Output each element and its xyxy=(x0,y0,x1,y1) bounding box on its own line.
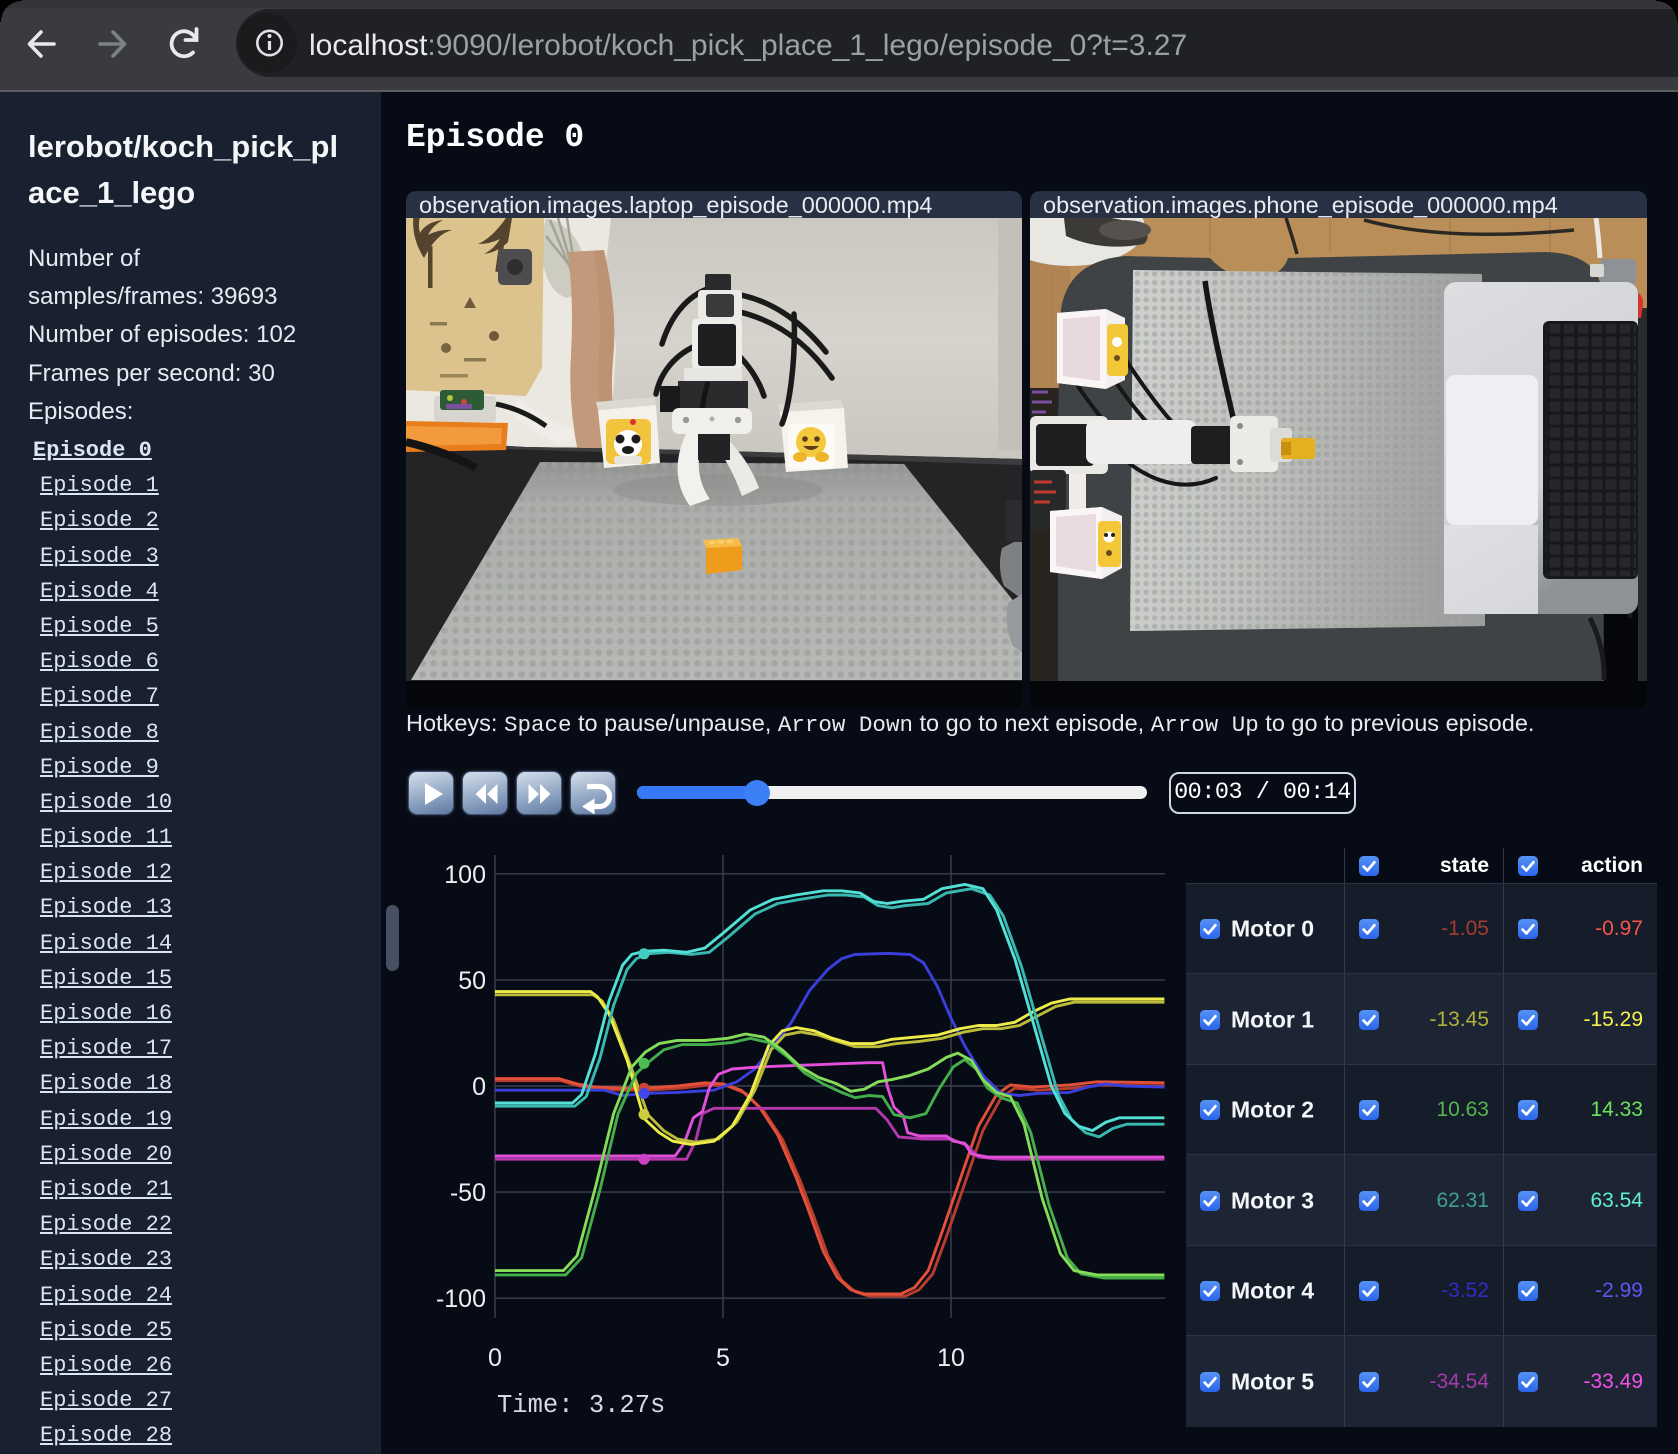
svg-text:-100: -100 xyxy=(436,1285,486,1313)
svg-text:100: 100 xyxy=(444,861,486,889)
svg-text:10: 10 xyxy=(937,1344,965,1372)
svg-text:0: 0 xyxy=(472,1073,486,1101)
svg-text:0: 0 xyxy=(488,1344,502,1372)
svg-text:5: 5 xyxy=(716,1344,730,1372)
svg-text:-50: -50 xyxy=(450,1179,486,1207)
svg-text:Time: 3.27s: Time: 3.27s xyxy=(497,1391,665,1420)
svg-text:50: 50 xyxy=(458,967,486,995)
